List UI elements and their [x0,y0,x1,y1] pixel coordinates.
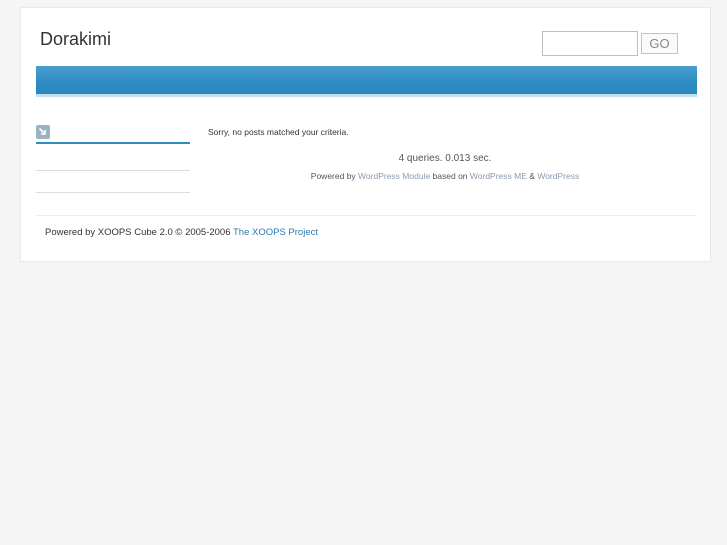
footer: Powered by XOOPS Cube 2.0 © 2005-2006 Th… [45,227,318,238]
page-container: Dorakimi GO Sorry, no posts matched your… [20,7,711,262]
powered-by-wordpress: Powered by WordPress Module based on Wor… [208,171,682,181]
ampersand: & [529,171,535,181]
go-button[interactable]: GO [641,33,678,54]
footer-powered-text: Powered by XOOPS Cube 2.0 © 2005-2006 [45,227,231,238]
xoops-project-link[interactable]: The XOOPS Project [233,227,318,238]
footer-divider [36,215,697,216]
sidebar-block-header [36,125,190,144]
site-title[interactable]: Dorakimi [40,29,111,50]
nav-bar [36,66,697,97]
sidebar-divider [36,170,190,171]
based-on-text: based on [432,171,468,181]
powered-prefix: Powered by [310,171,356,181]
sidebar-divider [36,192,190,193]
arrow-icon [36,125,50,139]
wordpress-link[interactable]: WordPress [537,171,579,181]
wordpress-module-link[interactable]: WordPress Module [358,171,430,181]
no-posts-message: Sorry, no posts matched your criteria. [208,127,349,137]
query-stats: 4 queries. 0.013 sec. [398,153,492,164]
search-input[interactable] [542,31,638,56]
wordpress-me-link[interactable]: WordPress ME [470,171,527,181]
